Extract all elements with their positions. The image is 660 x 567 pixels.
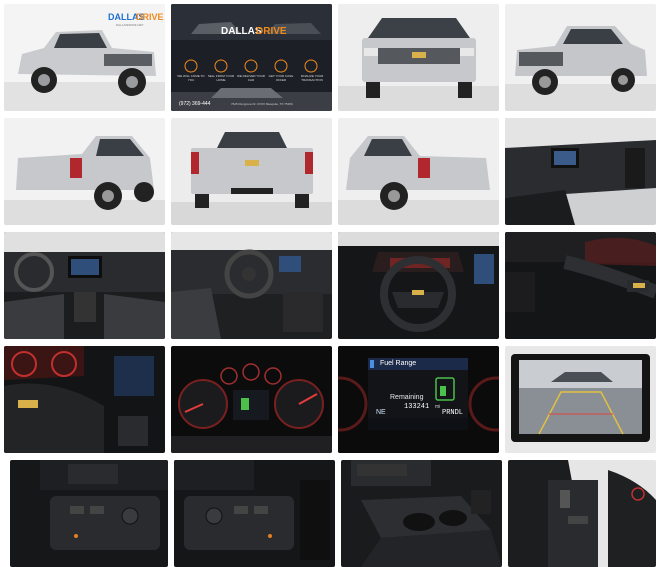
photo-tile-interior-driver[interactable] bbox=[171, 232, 332, 339]
photo-gallery-grid: DALLAS DRIVE DALLASDRIVE.NET DALLAS DRIV… bbox=[0, 0, 660, 567]
photo-tile-exterior-front-right[interactable] bbox=[505, 4, 656, 111]
photo-tile-center-console[interactable] bbox=[341, 460, 502, 567]
promo-logo-drive: DRIVE bbox=[256, 26, 287, 37]
interior-photo bbox=[4, 232, 165, 339]
fuel-range-label: Fuel Range bbox=[380, 360, 417, 367]
logo-subtext: DALLASDRIVE.NET bbox=[116, 23, 144, 27]
photo-tile-steering-wheel[interactable] bbox=[338, 232, 499, 339]
promo-feature-2: SELL FROM YOUR HOME bbox=[207, 74, 235, 82]
photo-tile-shifter[interactable] bbox=[508, 460, 656, 567]
photo-tile-exterior-front-left[interactable]: DALLAS DRIVE DALLASDRIVE.NET bbox=[4, 4, 165, 111]
promo-feature-3: WE DELIVER YOUR CAR bbox=[237, 74, 265, 82]
heading-indicator: NE bbox=[376, 409, 386, 416]
photo-tile-hvac-right[interactable] bbox=[174, 460, 335, 567]
console-photo bbox=[341, 460, 502, 567]
photo-tile-exterior-rear-left[interactable] bbox=[4, 118, 165, 225]
photo-tile-steering-controls[interactable] bbox=[4, 346, 165, 453]
photo-tile-backup-camera[interactable] bbox=[505, 346, 656, 453]
photo-tile-instrument-cluster[interactable] bbox=[171, 346, 332, 453]
controls-photo bbox=[10, 460, 168, 567]
controls-photo bbox=[174, 460, 335, 567]
cluster-photo bbox=[171, 346, 332, 453]
photo-tile-exterior-rear[interactable] bbox=[171, 118, 332, 225]
truck-photo bbox=[171, 118, 332, 225]
photo-tile-hvac-left[interactable] bbox=[10, 460, 168, 567]
steering-wheel-photo bbox=[505, 232, 656, 339]
steering-wheel-photo bbox=[338, 232, 499, 339]
promo-address: 7625 Rungrone Dr. FXXX Mesquite, TX 7515… bbox=[231, 102, 293, 106]
remaining-label: Remaining bbox=[390, 394, 424, 401]
truck-photo bbox=[338, 118, 499, 225]
promo-background bbox=[171, 4, 332, 111]
photo-tile-interior-dashboard[interactable] bbox=[4, 232, 165, 339]
promo-feature-1: WE WILL COME TO YOU bbox=[177, 74, 205, 82]
interior-photo bbox=[171, 232, 332, 339]
photo-tile-exterior-front[interactable] bbox=[338, 4, 499, 111]
promo-feature-4: GET YOUR CASH OFFER bbox=[268, 74, 294, 82]
steering-wheel-photo bbox=[4, 346, 165, 453]
photo-tile-exterior-rear-right[interactable] bbox=[338, 118, 499, 225]
camera-screen-photo bbox=[505, 346, 656, 453]
promo-phone: (972) 369-444 bbox=[179, 101, 211, 107]
truck-photo bbox=[505, 4, 656, 111]
truck-photo bbox=[4, 118, 165, 225]
gear-indicator: PRNDL bbox=[442, 409, 464, 417]
shifter-photo bbox=[508, 460, 656, 567]
interior-photo bbox=[505, 118, 656, 225]
odometer-unit: mi bbox=[435, 404, 441, 410]
photo-tile-steering-closeup[interactable] bbox=[505, 232, 656, 339]
promo-feature-5: FINALIZE YOUR TRANSACTION bbox=[300, 74, 324, 82]
photo-tile-dealer-promo[interactable]: DALLAS DRIVE WE WILL COME TO YOU SELL FR… bbox=[171, 4, 332, 111]
logo-word-drive: DRIVE bbox=[136, 12, 164, 22]
photo-tile-cluster-fuel-range[interactable]: Fuel Range Remaining NE 133241 mi PRNDL bbox=[338, 346, 499, 453]
odometer-value: 133241 bbox=[404, 403, 430, 411]
truck-photo bbox=[338, 4, 499, 111]
photo-tile-interior-dash-door[interactable] bbox=[505, 118, 656, 225]
